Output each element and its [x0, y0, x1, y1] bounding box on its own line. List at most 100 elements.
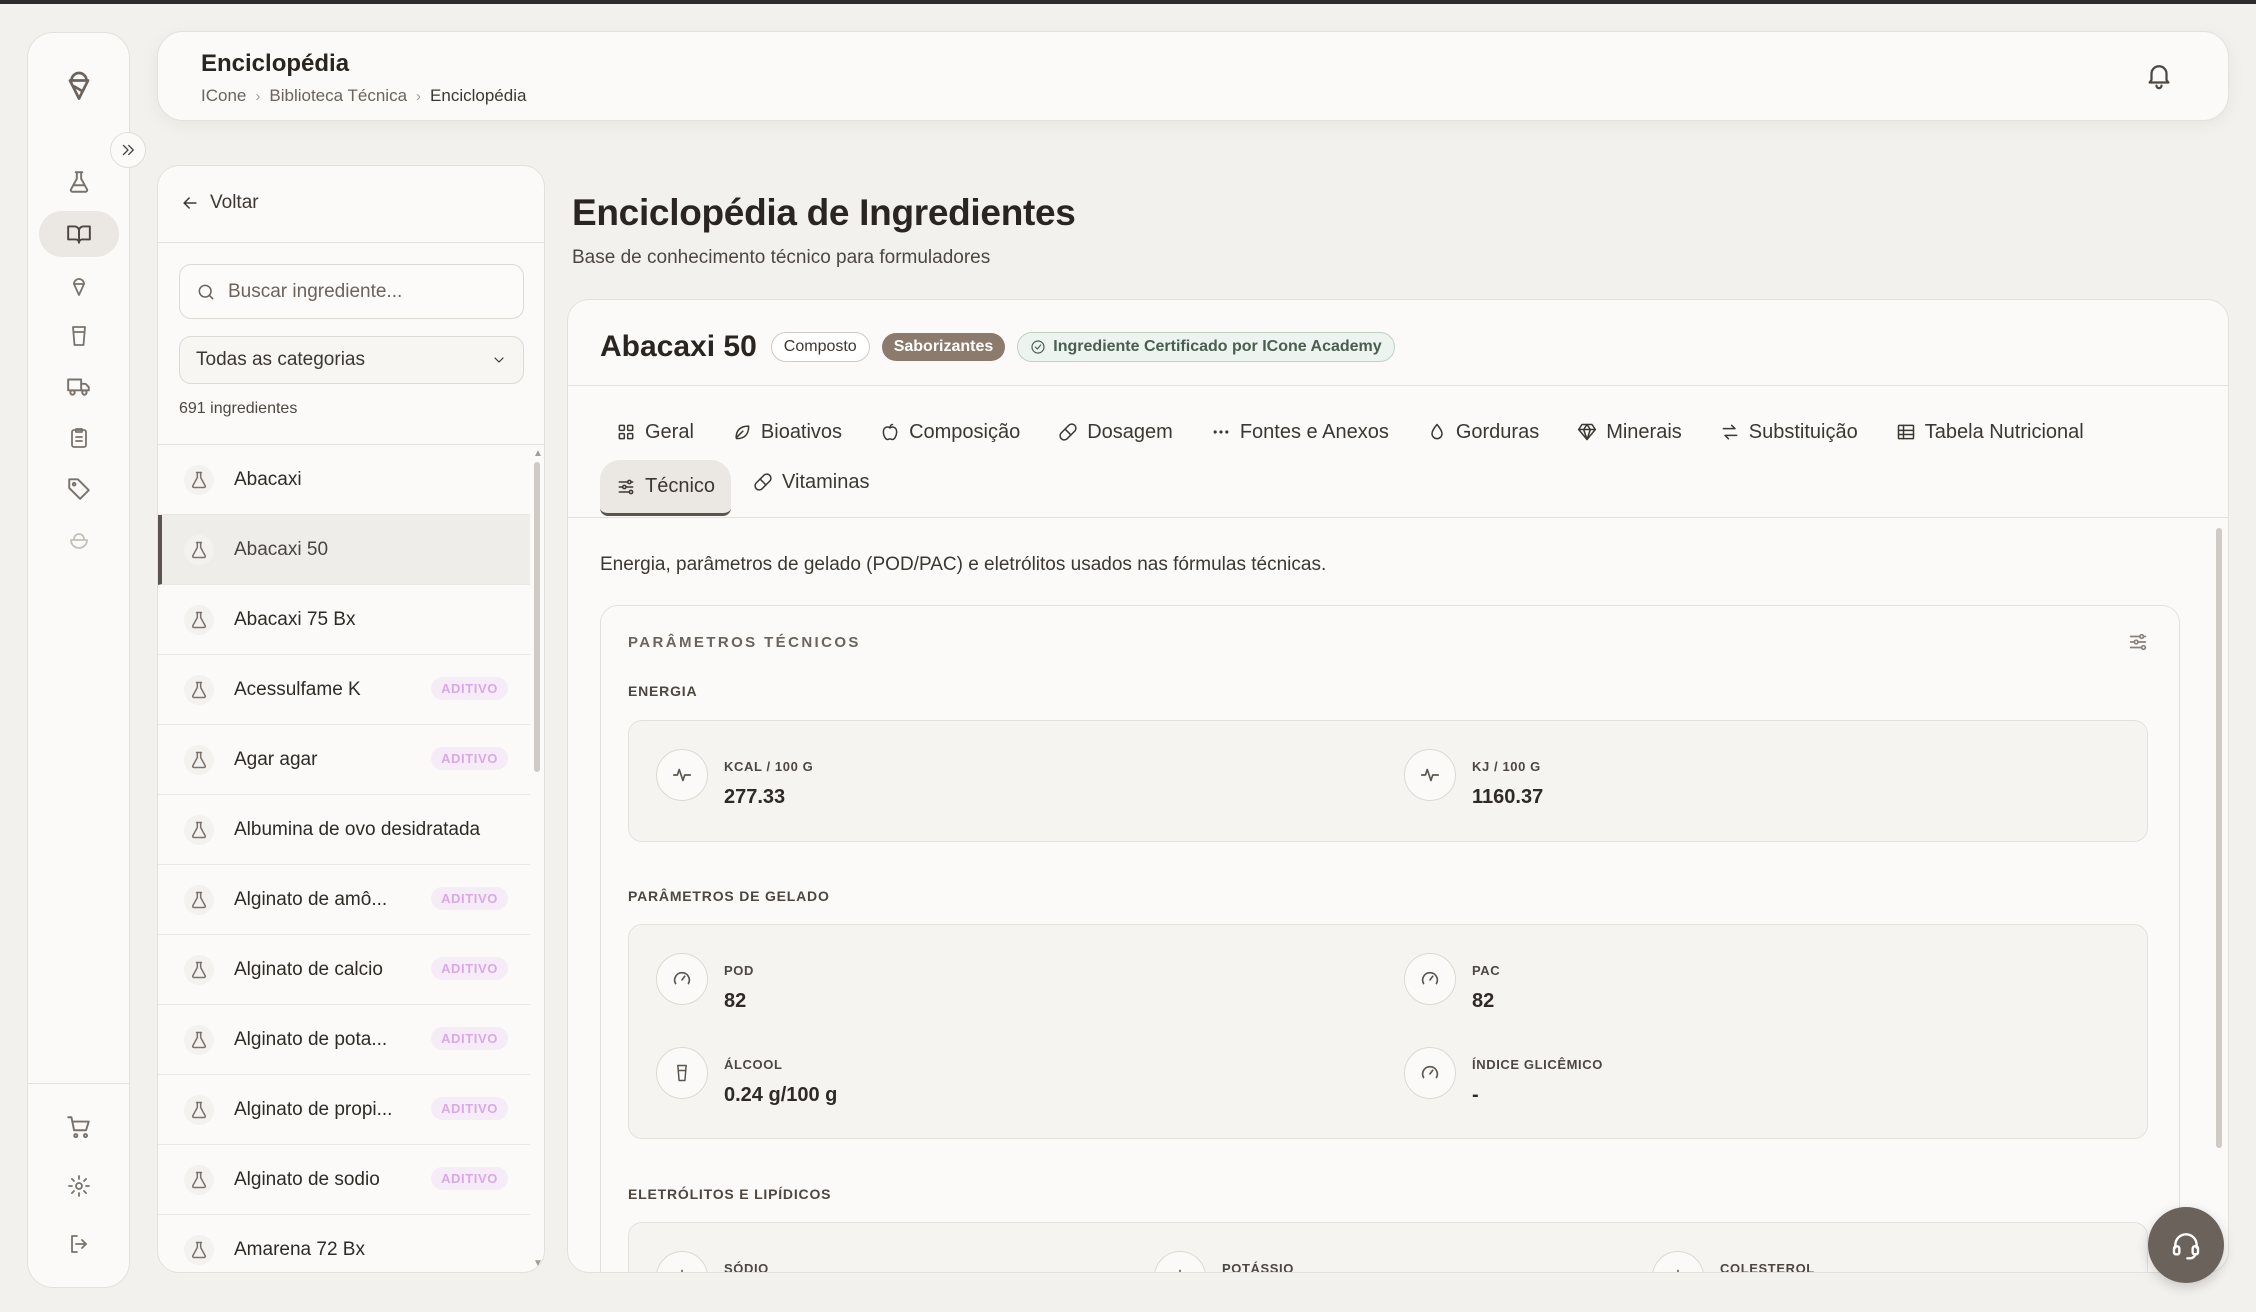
- expand-sidebar-button[interactable]: [110, 132, 146, 168]
- rail-tags[interactable]: [39, 465, 119, 511]
- tab-fontes-e-anexos[interactable]: Fontes e Anexos: [1211, 410, 1389, 454]
- pod-value: 82: [724, 990, 747, 1012]
- double-chevron-right-icon: [119, 141, 137, 159]
- category-select[interactable]: Todas as categorias: [179, 336, 524, 384]
- breadcrumb-item-2[interactable]: Biblioteca Técnica: [269, 86, 407, 106]
- scroll-up-arrow[interactable]: ▲: [533, 448, 543, 459]
- metric-pac: PAC 82: [1404, 953, 1500, 1013]
- open-book-icon: [66, 221, 92, 247]
- list-item-name: Abacaxi 75 Bx: [234, 608, 356, 630]
- list-item[interactable]: Acessulfame K ADITIVO: [158, 655, 530, 725]
- gem-icon: [1577, 422, 1597, 442]
- chevron-down-icon: [491, 352, 507, 368]
- list-item[interactable]: Agar agar ADITIVO: [158, 725, 530, 795]
- list-item-name: Abacaxi 50: [234, 538, 329, 560]
- list-item[interactable]: Abacaxi 75 Bx: [158, 585, 530, 655]
- pill-icon: [1058, 422, 1078, 442]
- main-subtitle: Base de conhecimento técnico para formul…: [572, 247, 991, 268]
- glycemic-label: ÍNDICE GLICÊMICO: [1472, 1057, 1603, 1072]
- list-item[interactable]: Amarena 72 Bx: [158, 1215, 530, 1272]
- rail-icecream[interactable]: [39, 263, 119, 309]
- bell-icon[interactable]: [2144, 60, 2174, 90]
- flask-icon: [184, 1164, 214, 1195]
- list-item[interactable]: Alginato de amô... ADITIVO: [158, 865, 530, 935]
- rail-flask[interactable]: [39, 159, 119, 205]
- list-item[interactable]: Alginato de calcio ADITIVO: [158, 935, 530, 1005]
- tab-label: Técnico: [645, 475, 716, 497]
- tab-minerais[interactable]: Minerais: [1577, 410, 1682, 454]
- flask-icon: [66, 169, 92, 195]
- list-item[interactable]: Alginato de propi... ADITIVO: [158, 1075, 530, 1145]
- gelado-box: POD 82 PAC 82 ÁLCOOL 0.24 g/100 g ÍNDICE GL…: [628, 924, 2148, 1139]
- clipboard-icon: [67, 426, 91, 450]
- back-button[interactable]: Voltar: [180, 192, 259, 214]
- app-rail: [27, 32, 130, 1288]
- additive-tag: ADITIVO: [431, 1097, 508, 1120]
- main-title: Enciclopédia de Ingredientes: [572, 192, 1076, 233]
- sliders-icon: [616, 477, 636, 497]
- flask-icon: [184, 814, 214, 845]
- list-item-name: Abacaxi: [234, 468, 302, 490]
- tab-geral[interactable]: Geral: [616, 410, 694, 454]
- rail-bowl[interactable]: [39, 517, 119, 563]
- content-scrollbar[interactable]: [2216, 528, 2222, 1148]
- truck-icon: [66, 373, 92, 399]
- tag-icon: [66, 475, 92, 501]
- tab-substituição[interactable]: Substituição: [1720, 410, 1858, 454]
- kcal-label: KCAL / 100 G: [724, 759, 814, 774]
- capsule-icon: [753, 472, 773, 492]
- list-item[interactable]: Alginato de pota... ADITIVO: [158, 1005, 530, 1075]
- support-button[interactable]: [2148, 1207, 2224, 1283]
- alcool-value: 0.24 g/100 g: [724, 1084, 838, 1106]
- rail-delivery[interactable]: [39, 363, 119, 409]
- list-item[interactable]: Abacaxi 50: [158, 515, 530, 585]
- icecream-logo-icon[interactable]: [61, 67, 97, 103]
- colesterol-label: COLESTEROL: [1720, 1261, 1815, 1273]
- eletrolitos-box: SÓDIO POTÁSSIO COLESTEROL: [628, 1222, 2148, 1273]
- tab-vitaminas[interactable]: Vitaminas: [753, 460, 869, 504]
- cup-icon: [67, 324, 91, 348]
- tab-label: Dosagem: [1087, 420, 1173, 443]
- energy-box: KCAL / 100 G 277.33 KJ / 100 G 1160.37: [628, 720, 2148, 842]
- search-box: [179, 264, 524, 319]
- additive-tag: ADITIVO: [431, 1027, 508, 1050]
- divider: [158, 242, 544, 243]
- list-item[interactable]: Abacaxi: [158, 445, 530, 515]
- breadcrumb-item-1[interactable]: ICone: [201, 86, 246, 106]
- tab-bar-secondary: Técnico Vitaminas: [600, 460, 869, 516]
- page-header: Enciclopédia ICone › Biblioteca Técnica …: [157, 31, 2229, 121]
- tab-bioativos[interactable]: Bioativos: [732, 410, 842, 454]
- rail-encyclopedia[interactable]: [39, 211, 119, 257]
- scroll-down-arrow[interactable]: ▼: [533, 1258, 543, 1269]
- technical-parameters-panel: PARÂMETROS TÉCNICOS ENERGIA KCAL / 100 G…: [600, 605, 2180, 1273]
- list-item-name: Amarena 72 Bx: [234, 1238, 365, 1260]
- tab-label: Substituição: [1748, 420, 1858, 443]
- page-title: Enciclopédia: [201, 50, 350, 77]
- tab-dosagem[interactable]: Dosagem: [1058, 410, 1173, 454]
- check-circle-icon: [1030, 339, 1046, 355]
- tab-composição[interactable]: Composição: [880, 410, 1020, 454]
- tab-técnico[interactable]: Técnico: [600, 460, 732, 516]
- rail-cart[interactable]: [39, 1104, 119, 1150]
- list-item[interactable]: Alginato de sodio ADITIVO: [158, 1145, 530, 1215]
- rail-cup[interactable]: [39, 313, 119, 359]
- list-item[interactable]: Albumina de ovo desidratada: [158, 795, 530, 865]
- pac-label: PAC: [1472, 963, 1501, 978]
- sliders-icon[interactable]: [2127, 631, 2149, 653]
- list-scrollbar[interactable]: [534, 462, 540, 772]
- search-input[interactable]: [228, 280, 508, 303]
- rail-settings[interactable]: [39, 1163, 119, 1209]
- icecream-icon: [67, 274, 91, 298]
- rail-logout[interactable]: [39, 1221, 119, 1267]
- logout-icon: [67, 1232, 91, 1256]
- ingredient-detail-card: Abacaxi 50 Composto Saborizantes Ingredi…: [567, 299, 2229, 1273]
- tab-gorduras[interactable]: Gorduras: [1427, 410, 1539, 454]
- chevron-right-icon: ›: [255, 87, 261, 105]
- eletrolitos-label: ELETRÓLITOS E LIPÍDICOS: [628, 1186, 832, 1202]
- rail-clipboard[interactable]: [39, 415, 119, 461]
- tab-tabela-nutricional[interactable]: Tabela Nutricional: [1896, 410, 2084, 454]
- ingredient-count: 691 ingredientes: [179, 400, 298, 417]
- glycemic-value: -: [1472, 1084, 1479, 1106]
- additive-tag: ADITIVO: [431, 1167, 508, 1190]
- tab-label: Vitaminas: [782, 470, 870, 493]
